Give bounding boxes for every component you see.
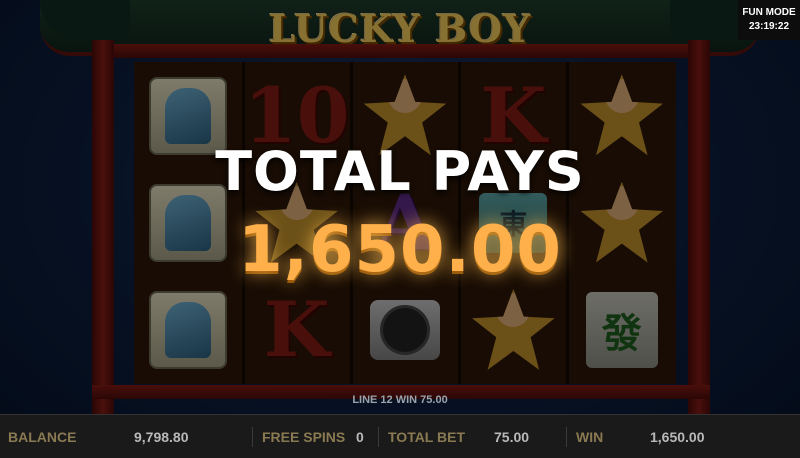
- balance-label: BALANCE: [8, 429, 77, 445]
- mode-label: FUN MODE: [742, 7, 796, 18]
- game-stage[interactable]: LUCKY BOY 10 K A 東 K 發 TOTAL PAYS 1,650.…: [0, 0, 800, 458]
- win-value: 1,650.00: [650, 429, 705, 445]
- bottom-info-bar: BALANCE 9,798.80 FREE SPINS 0 TOTAL BET …: [0, 414, 800, 458]
- free-spins-label: FREE SPINS: [262, 429, 346, 445]
- bar-divider: [252, 427, 253, 447]
- status-corner: FUN MODE 23:19:22: [738, 0, 800, 40]
- win-label: WIN: [576, 429, 604, 445]
- clock: 23:19:22: [748, 21, 790, 32]
- total-pays-popup: TOTAL PAYS 1,650.00: [0, 140, 800, 287]
- total-pays-amount: 1,650.00: [238, 213, 562, 287]
- bar-divider: [566, 427, 567, 447]
- line-win-text: LINE 12 WIN 75.00: [352, 394, 448, 406]
- free-spins-value: 0: [356, 429, 364, 445]
- total-bet-value: 75.00: [494, 429, 530, 445]
- total-pays-label: TOTAL PAYS: [215, 140, 585, 203]
- total-bet-label: TOTAL BET: [388, 429, 465, 445]
- bar-divider: [378, 427, 379, 447]
- balance-value: 9,798.80: [134, 429, 189, 445]
